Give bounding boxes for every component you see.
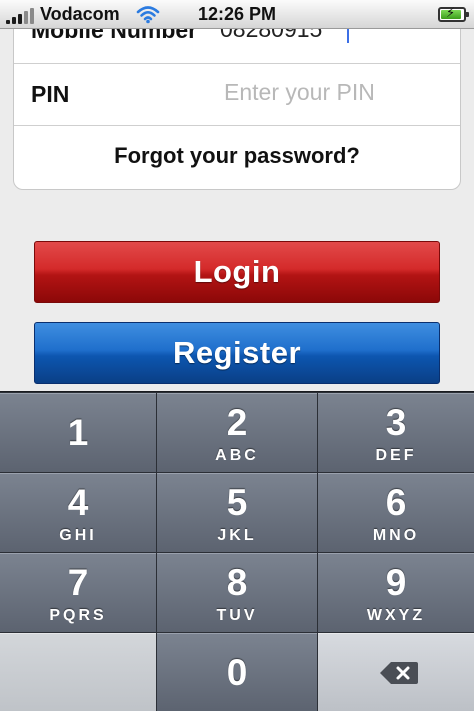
pin-row[interactable]: PIN [14, 64, 460, 126]
status-bar: Vodacom 12:26 PM ⚡ [0, 0, 474, 29]
key-6[interactable]: 6 MNO [318, 473, 474, 552]
key-3[interactable]: 3 DEF [318, 393, 474, 472]
backspace-key[interactable] [318, 633, 474, 711]
key-digit: 5 [226, 482, 248, 523]
pin-input[interactable] [224, 79, 424, 106]
key-letters: JKL [217, 527, 257, 544]
key-2[interactable]: 2 ABC [157, 393, 317, 472]
key-digit: 4 [67, 482, 89, 523]
charging-bolt-icon: ⚡ [446, 5, 456, 20]
battery-charging-icon: ⚡ [438, 5, 469, 22]
numeric-keypad: 1 2 ABC 3 DEF 4 GHI 5 JKL 6 MNO 7 PQRS 8… [0, 391, 474, 711]
forgot-password-link[interactable]: Forgot your password? [14, 143, 460, 169]
key-digit: 9 [385, 562, 407, 603]
key-letters: ABC [215, 447, 259, 464]
status-time: 12:26 PM [197, 4, 277, 24]
register-button[interactable]: Register [34, 322, 440, 384]
key-digit: 1 [67, 412, 89, 453]
key-0[interactable]: 0 [157, 633, 317, 711]
key-7[interactable]: 7 PQRS [0, 553, 156, 632]
login-button[interactable]: Login [34, 241, 440, 303]
key-8[interactable]: 8 TUV [157, 553, 317, 632]
key-letters: PQRS [49, 607, 107, 624]
key-digit: 8 [226, 562, 248, 603]
forgot-password-row[interactable]: Forgot your password? [14, 126, 460, 189]
key-letters: DEF [375, 447, 417, 464]
key-digit: 6 [385, 482, 407, 523]
key-digit: 3 [385, 402, 407, 443]
key-1[interactable]: 1 [0, 393, 156, 472]
backspace-icon [380, 662, 418, 684]
key-5[interactable]: 5 JKL [157, 473, 317, 552]
key-9[interactable]: 9 WXYZ [318, 553, 474, 632]
key-letters: GHI [59, 527, 97, 544]
key-letters: MNO [372, 527, 420, 544]
key-digit: 7 [67, 562, 89, 603]
key-blank [0, 633, 156, 711]
key-letters: TUV [216, 607, 258, 624]
key-digit: 0 [226, 652, 248, 693]
key-letters: WXYZ [366, 607, 426, 624]
key-4[interactable]: 4 GHI [0, 473, 156, 552]
pin-label: PIN [31, 81, 70, 107]
key-digit: 2 [226, 402, 248, 443]
